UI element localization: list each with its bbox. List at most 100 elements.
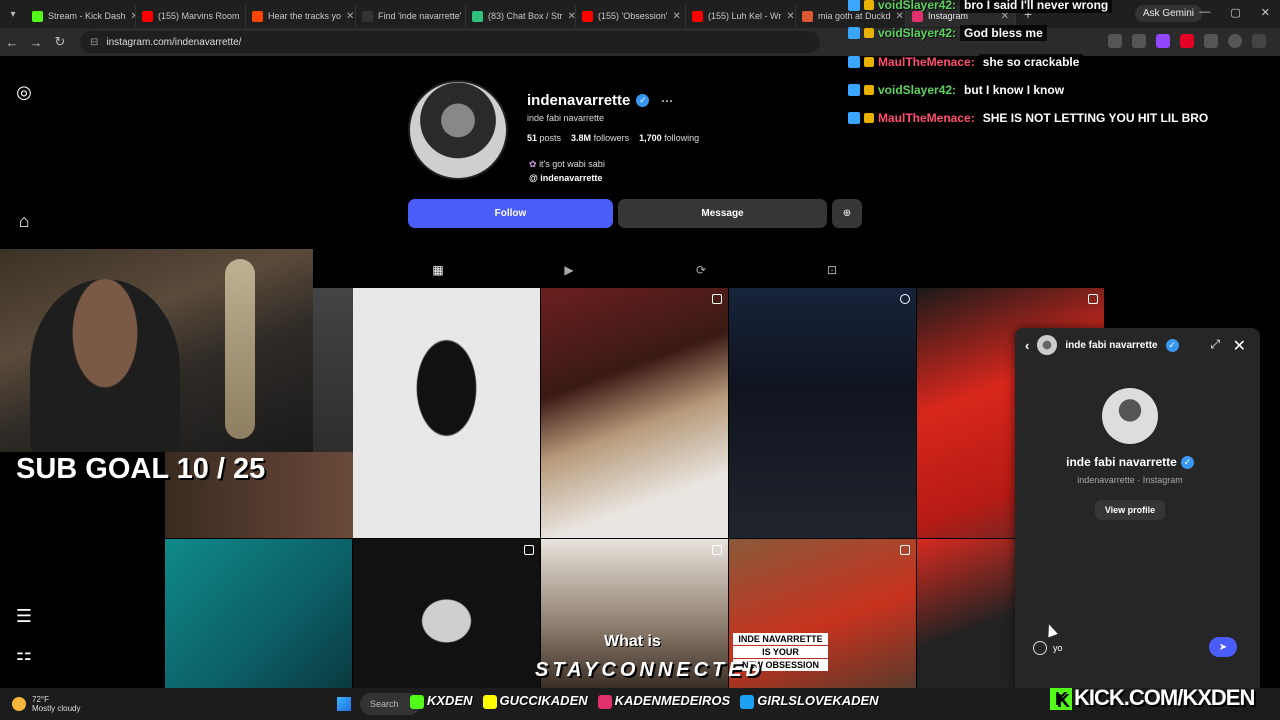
- browser-menu-icon[interactable]: [1252, 34, 1266, 48]
- tab-reposts-icon[interactable]: ⟳: [693, 263, 709, 279]
- browser-tab[interactable]: (83) Chat Box / Str ✕: [466, 5, 576, 27]
- home-icon[interactable]: ⌂: [14, 211, 34, 231]
- browser-tab[interactable]: Stream - Kick Dash✕: [26, 5, 136, 27]
- chat-message: voidSlayer42: bro I said I'll never wrong: [848, 0, 1113, 13]
- address-bar-row: ← → ↻ ⊟ instagram.com/indenavarrette/: [0, 28, 1280, 56]
- back-chevron-icon[interactable]: ‹: [1025, 338, 1029, 353]
- crown-badge-icon: [864, 57, 874, 67]
- dm-scrollbar[interactable]: [1250, 368, 1256, 618]
- extensions-puzzle-icon[interactable]: [1204, 34, 1218, 48]
- also-from-meta-icon[interactable]: ⚏: [14, 644, 34, 664]
- profile-avatar[interactable]: [408, 80, 508, 180]
- pinterest-extension-icon[interactable]: [1180, 34, 1194, 48]
- post-tile[interactable]: [541, 288, 728, 538]
- dm-header-name[interactable]: inde fabi navarrette: [1065, 340, 1157, 351]
- crown-badge-icon: [864, 85, 874, 95]
- post-tile[interactable]: [165, 539, 352, 688]
- close-icon[interactable]: ✕: [1233, 336, 1246, 356]
- post-tile[interactable]: [353, 288, 540, 538]
- profile-content-tabs: ▦ ▶ ⟳ ⊡: [408, 258, 863, 286]
- kick-url-overlay: K KICK.COM/KXDEN: [1050, 685, 1255, 711]
- sub-badge-icon: [848, 0, 860, 11]
- profile-bio: ✿ it's got wabi sabi: [529, 159, 605, 169]
- suggested-accounts-button[interactable]: ⊕: [832, 199, 862, 228]
- options-ellipsis-icon[interactable]: ···: [661, 94, 673, 108]
- message-input[interactable]: yo: [1025, 635, 1201, 661]
- view-profile-button[interactable]: View profile: [1095, 500, 1165, 520]
- browser-tab[interactable]: Hear the tracks yo ✕: [246, 5, 356, 27]
- close-tab-icon[interactable]: ✕: [346, 11, 354, 22]
- twitch-extension-icon[interactable]: [1156, 34, 1170, 48]
- reddit-favicon-icon: [252, 10, 263, 22]
- reload-icon[interactable]: ↻: [48, 34, 72, 50]
- browser-tab[interactable]: (155) Marvins Room✕: [136, 5, 246, 27]
- tab-reels-icon[interactable]: ▶: [561, 263, 577, 279]
- maximize-icon[interactable]: ▢: [1230, 6, 1240, 19]
- profile-avatar-icon[interactable]: [1228, 34, 1242, 48]
- close-window-icon[interactable]: ✕: [1261, 6, 1270, 19]
- message-button[interactable]: Message: [618, 199, 827, 228]
- social-handles-banner: KXDEN GUCCIKADEN KADENMEDEIROS GIRLSLOVE…: [410, 693, 879, 709]
- youtube-favicon-icon: [692, 10, 703, 22]
- ask-gemini-button[interactable]: Ask Gemini: [1134, 5, 1202, 22]
- tab-posts-grid-icon[interactable]: ▦: [430, 263, 446, 279]
- browser-tab[interactable]: (155) Luh Kel - Wr ✕: [686, 5, 796, 27]
- close-tab-icon[interactable]: ✕: [786, 11, 794, 22]
- profile-stats: 51 posts 3.8M followers 1,700 following: [527, 133, 699, 143]
- flower-emoji-icon: ✿: [529, 159, 537, 169]
- message-input-value: yo: [1053, 643, 1063, 653]
- close-tab-icon[interactable]: ✕: [568, 11, 575, 22]
- dm-profile-avatar[interactable]: [1102, 388, 1158, 444]
- send-icon: ➤: [1218, 641, 1228, 653]
- carousel-icon: [1088, 294, 1098, 304]
- url-field[interactable]: ⊟ instagram.com/indenavarrette/: [80, 31, 820, 53]
- expand-icon[interactable]: ⤢: [1210, 337, 1220, 352]
- post-tile[interactable]: [353, 539, 540, 688]
- social-handle: GUCCIKADEN: [482, 693, 588, 709]
- duckduckgo-favicon-icon: [802, 10, 813, 22]
- post-tile[interactable]: [917, 539, 1017, 688]
- minimize-icon[interactable]: —: [1199, 6, 1210, 19]
- social-handle: KADENMEDEIROS: [597, 693, 730, 709]
- sub-badge-icon: [848, 56, 860, 68]
- bookmark-icon[interactable]: [1108, 34, 1122, 48]
- instagram-logo-icon[interactable]: ◎: [14, 82, 34, 102]
- close-tab-icon[interactable]: ✕: [672, 11, 680, 22]
- tab-list-button[interactable]: ▾: [0, 3, 26, 25]
- reel-icon: [900, 294, 910, 304]
- carousel-icon: [524, 545, 534, 555]
- forward-icon[interactable]: →: [24, 35, 48, 50]
- browser-tab[interactable]: (155) 'Obsession' ✕: [576, 5, 686, 27]
- follow-button[interactable]: Follow: [408, 199, 613, 228]
- following-stat[interactable]: 1,700 following: [639, 133, 699, 143]
- send-button[interactable]: ➤: [1209, 637, 1237, 657]
- emoji-icon[interactable]: [1033, 641, 1047, 655]
- post-tile[interactable]: [729, 288, 916, 538]
- streamer-webcam: [0, 249, 313, 452]
- site-info-icon[interactable]: ⊟: [90, 37, 98, 48]
- background-skeleton: [225, 259, 255, 439]
- kick-icon: [410, 694, 424, 709]
- tab-tagged-icon[interactable]: ⊡: [824, 263, 840, 279]
- stay-connected-overlay: STAYCONNECTED: [535, 659, 765, 681]
- followers-stat[interactable]: 3.8M followers: [571, 133, 629, 143]
- sub-badge-icon: [848, 112, 860, 124]
- weather-widget[interactable]: 72°F Mostly cloudy: [12, 695, 80, 713]
- back-icon[interactable]: ←: [0, 35, 24, 50]
- more-menu-icon[interactable]: ☰: [14, 606, 34, 626]
- window-controls: — ▢ ✕: [1199, 6, 1270, 19]
- chatbox-favicon-icon: [472, 10, 483, 22]
- threads-icon: @: [529, 173, 538, 183]
- weather-cloud-icon: [12, 697, 26, 711]
- crown-badge-icon: [864, 0, 874, 10]
- crown-badge-icon: [864, 113, 874, 123]
- dm-header-avatar[interactable]: [1037, 335, 1058, 355]
- browser-tab[interactable]: Find 'inde navarrette'✕: [356, 5, 466, 27]
- threads-link[interactable]: @ indenavarrette: [529, 173, 602, 183]
- windows-start-icon[interactable]: [337, 697, 351, 711]
- extension-icon[interactable]: [1132, 34, 1146, 48]
- snapchat-icon: [482, 694, 497, 709]
- verified-badge-icon: ✓: [636, 94, 650, 107]
- verified-badge-icon: ✓: [1165, 338, 1179, 352]
- chat-message: MaulTheMenace: SHE IS NOT LETTING YOU HIT…: [848, 110, 1213, 126]
